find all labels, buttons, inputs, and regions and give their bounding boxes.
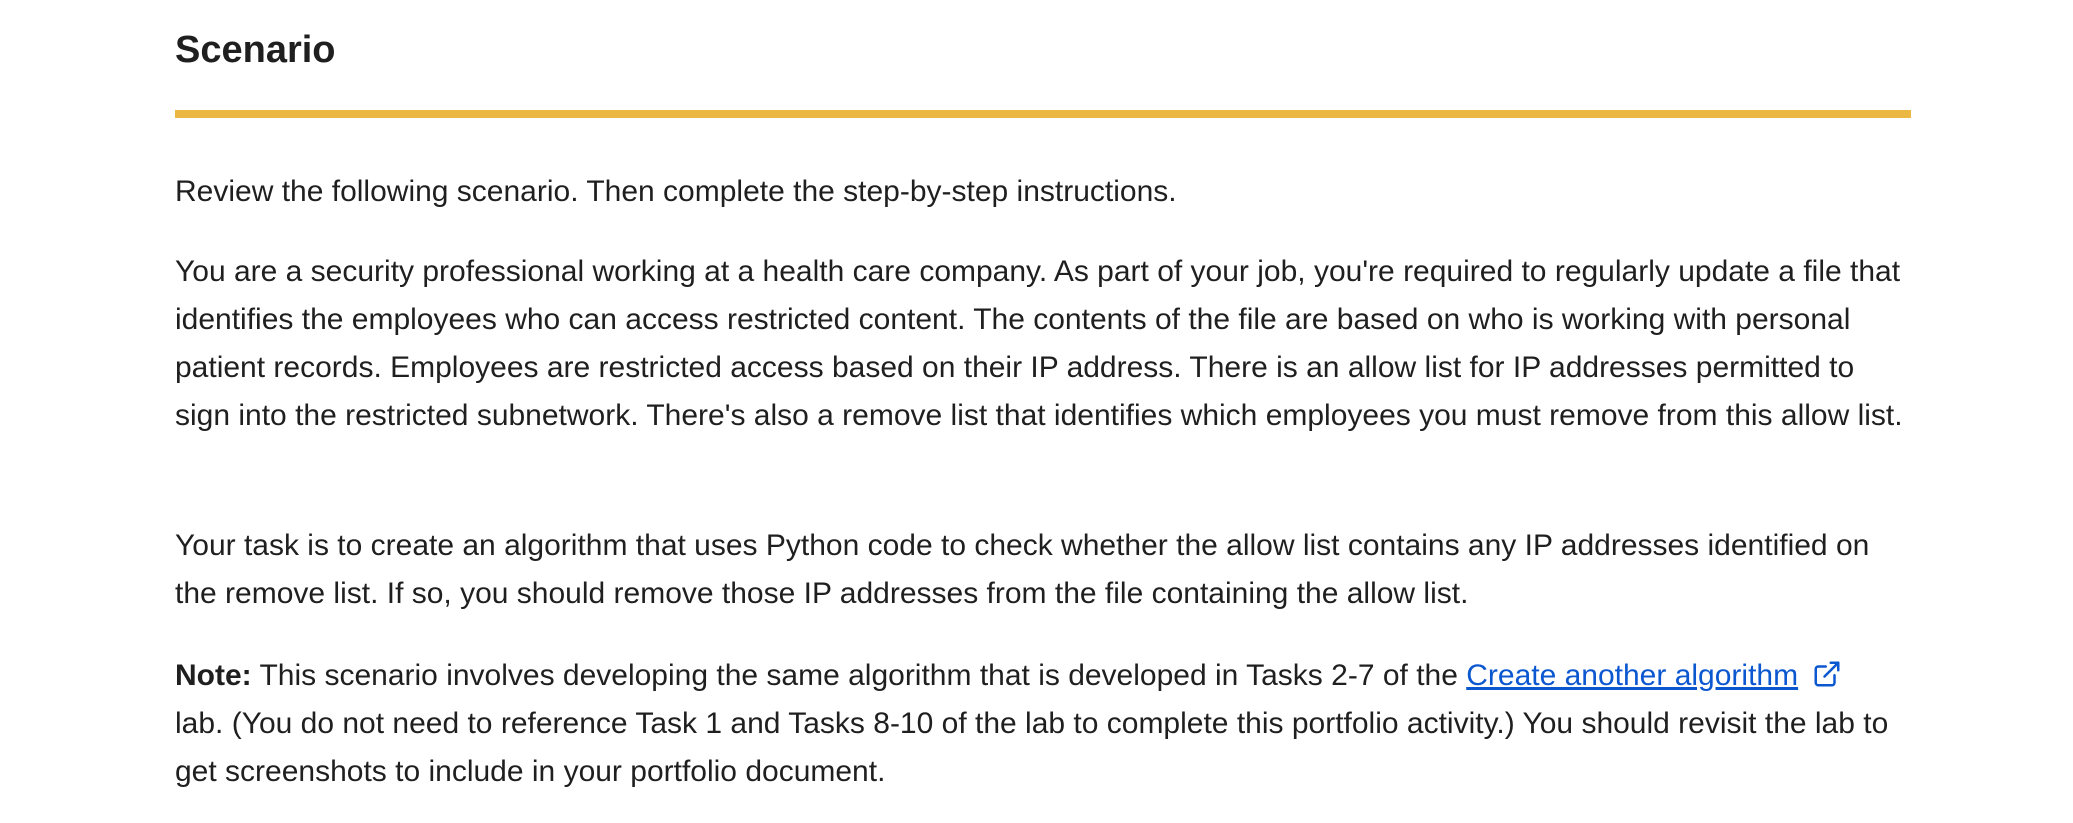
section-divider <box>175 110 1911 118</box>
note-text-after: lab. (You do not need to reference Task … <box>175 707 1889 788</box>
section-title: Scenario <box>175 29 336 71</box>
task-paragraph: Your task is to create an algorithm that… <box>175 529 1870 610</box>
note-label: Note: <box>175 659 252 692</box>
intro-paragraph: Review the following scenario. Then comp… <box>175 175 1177 208</box>
note-paragraph: Note: This scenario involves developing … <box>175 652 1911 796</box>
context-paragraph: You are a security professional working … <box>175 255 1903 432</box>
create-another-algorithm-link[interactable]: Create another algorithm <box>1466 659 1798 692</box>
note-text-before: This scenario involves developing the sa… <box>251 659 1467 692</box>
external-link-icon[interactable] <box>1812 656 1842 687</box>
